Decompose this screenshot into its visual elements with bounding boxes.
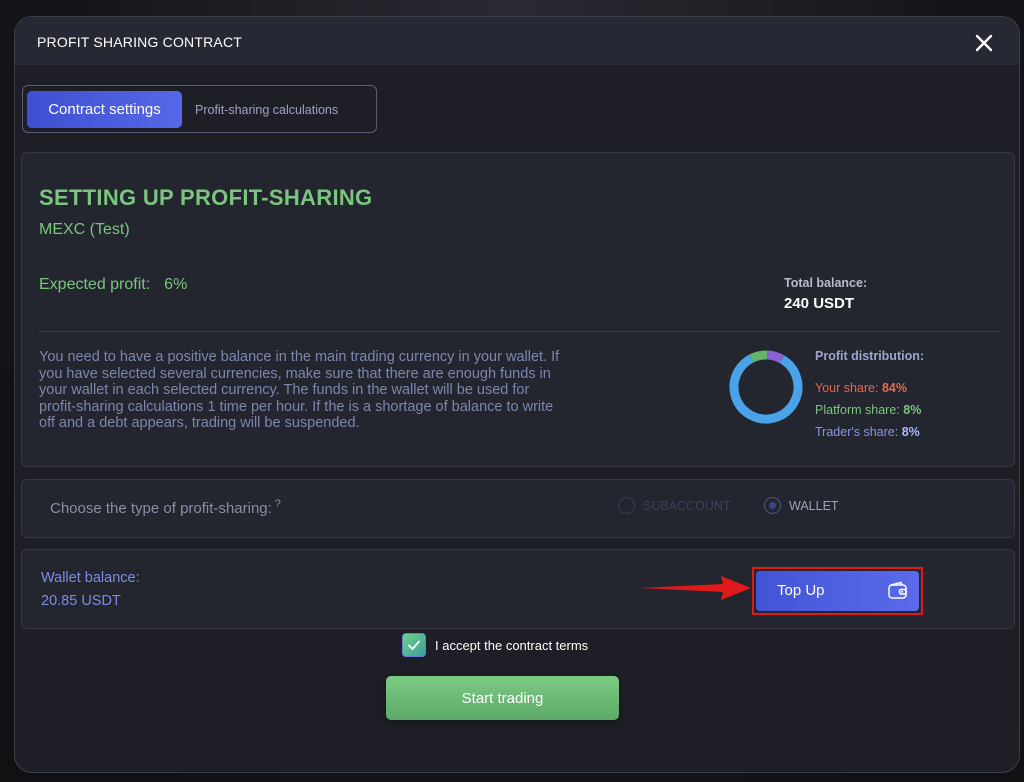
check-icon [408, 640, 420, 650]
terms-label: I accept the contract terms [435, 637, 589, 653]
profit-type-label: Choose the type of profit-sharing:? [50, 498, 281, 517]
radio-circle [764, 497, 781, 514]
trader-share-value: 8% [901, 425, 920, 439]
profit-type-card: Choose the type of profit-sharing:? SUBA… [21, 479, 1015, 538]
profit-distribution-title: Profit distribution: [815, 349, 925, 363]
terms-checkbox[interactable] [402, 633, 426, 657]
profit-distribution-donut [729, 350, 803, 424]
topup-label: Top Up [777, 582, 825, 599]
your-share: Your share: 84% [815, 381, 907, 395]
expected-profit: Expected profit: 6% [39, 276, 187, 294]
tab-contract-settings[interactable]: Contract settings [27, 91, 182, 128]
topup-button[interactable]: Top Up [756, 571, 919, 611]
platform-share-value: 8% [903, 403, 922, 417]
modal-header: PROFIT SHARING CONTRACT [15, 17, 1019, 65]
radio-subaccount-label: SUBACCOUNT [643, 498, 731, 513]
profit-type-label-text: Choose the type of profit-sharing: [50, 500, 272, 517]
radio-subaccount[interactable]: SUBACCOUNT [618, 497, 731, 514]
expected-profit-value: 6% [164, 276, 188, 293]
topup-highlight: Top Up [752, 567, 923, 615]
help-icon[interactable]: ? [275, 498, 281, 510]
radio-wallet-label: WALLET [789, 498, 839, 513]
platform-share: Platform share: 8% [815, 403, 921, 417]
total-balance-value: 240 USDT [784, 295, 855, 312]
close-icon[interactable] [973, 32, 995, 54]
radio-wallet[interactable]: WALLET [764, 497, 839, 514]
wallet-balance-label: Wallet balance: [41, 570, 140, 586]
wallet-balance-value: 20.85 USDT [41, 593, 121, 609]
radio-circle [618, 497, 635, 514]
expected-profit-label: Expected profit: [39, 276, 151, 293]
donut-segments [729, 350, 803, 424]
tab-profit-sharing-calculations[interactable]: Profit-sharing calculations [195, 91, 365, 128]
wallet-icon [888, 581, 907, 599]
terms-row: I accept the contract terms [402, 633, 588, 657]
trader-share-label: Trader's share: [815, 425, 899, 439]
divider [39, 331, 999, 332]
tab-bar: Contract settings Profit-sharing calcula… [22, 85, 377, 133]
donut-segment-platform-share [729, 350, 803, 424]
setup-title: SETTING UP PROFIT-SHARING [39, 185, 373, 210]
trader-share: Trader's share: 8% [815, 425, 920, 439]
wallet-requirements-text: You need to have a positive balance in t… [39, 349, 560, 431]
your-share-value: 84% [881, 381, 907, 395]
setup-card: SETTING UP PROFIT-SHARING MEXC (Test) Ex… [21, 152, 1015, 467]
modal-title: PROFIT SHARING CONTRACT [37, 34, 243, 50]
arrow-right-icon [640, 576, 751, 600]
donut-segment-your-share [729, 350, 803, 424]
donut-segment-trader-share [729, 350, 803, 424]
profit-sharing-modal: PROFIT SHARING CONTRACT Contract setting… [14, 16, 1020, 773]
platform-share-label: Platform share: [815, 403, 900, 417]
start-trading-button[interactable]: Start trading [386, 676, 619, 720]
total-balance-label: Total balance: [784, 276, 868, 290]
wallet-balance-card: Wallet balance: 20.85 USDT Top Up [21, 549, 1015, 629]
your-share-label: Your share: [815, 381, 879, 395]
exchange-name: MEXC (Test) [39, 221, 130, 238]
